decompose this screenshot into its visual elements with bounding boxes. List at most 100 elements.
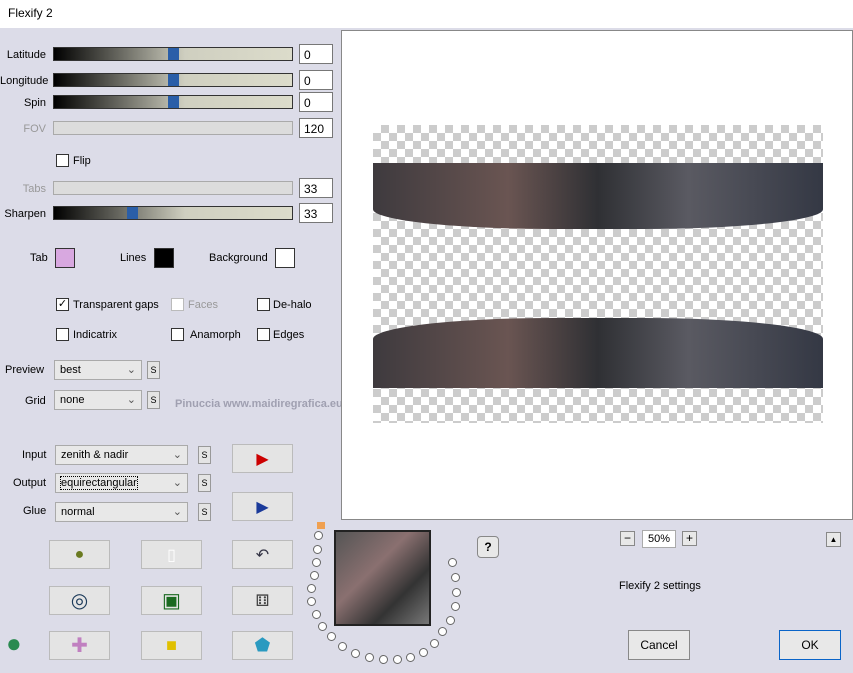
pentagon-icon: ⬟ <box>254 635 271 655</box>
preset-slot[interactable] <box>448 558 457 567</box>
chevron-down-icon: ⌄ <box>126 394 136 406</box>
slider-label: FOV <box>23 123 46 135</box>
input-dropdown[interactable]: zenith & nadir ⌄ <box>55 445 188 465</box>
zoom-out-button[interactable]: − <box>620 531 635 546</box>
flaming-pear-logo: ● <box>6 628 22 658</box>
slider-value-field[interactable]: 120 <box>299 118 333 138</box>
slider-value-field[interactable]: 0 <box>299 44 333 64</box>
brick-button[interactable]: ■ <box>141 631 202 660</box>
slider-value-field[interactable]: 0 <box>299 92 333 112</box>
preview-band-bottom <box>373 318 823 388</box>
grid-s-button[interactable]: S <box>147 391 160 409</box>
preset-slot[interactable] <box>351 649 360 658</box>
anamorph-label: Anamorph <box>190 329 241 341</box>
preset-slot[interactable] <box>307 584 316 593</box>
transparent-gaps-checkbox[interactable]: ✓ <box>56 298 69 311</box>
preset-slot[interactable] <box>451 602 460 611</box>
tab-color-label: Tab <box>30 252 48 264</box>
preset-slot[interactable] <box>379 655 388 664</box>
preset-slot[interactable] <box>438 627 447 636</box>
watermark: Pinuccia www.maidiregrafica.eu <box>175 398 343 410</box>
output-s-button[interactable]: S <box>198 474 211 492</box>
preset-slot[interactable] <box>393 655 402 664</box>
de-halo-checkbox[interactable] <box>257 298 270 311</box>
flip-checkbox[interactable] <box>56 154 69 167</box>
load-preset-button[interactable]: ▶ <box>232 444 293 473</box>
preset-slot[interactable] <box>318 622 327 631</box>
cancel-button[interactable]: Cancel <box>628 630 690 660</box>
preset-slot[interactable] <box>406 653 415 662</box>
preset-slot[interactable] <box>365 653 374 662</box>
tab-color-swatch[interactable] <box>55 248 75 268</box>
preview-label: Preview <box>5 364 45 376</box>
undo-button[interactable]: ↶ <box>232 540 293 569</box>
lines-color-label: Lines <box>120 252 147 264</box>
slider-value-field[interactable]: 33 <box>299 178 333 198</box>
preset-slot[interactable] <box>307 597 316 606</box>
faces-label: Faces <box>188 299 218 311</box>
save-preset-button[interactable]: ▶ <box>232 492 293 521</box>
torus-icon: ◎ <box>70 590 89 612</box>
slider-track[interactable] <box>53 47 293 61</box>
torus-button[interactable]: ◎ <box>49 586 110 615</box>
preset-slot[interactable] <box>313 545 322 554</box>
edges-label: Edges <box>273 329 305 341</box>
play-red-icon: ▶ <box>256 450 269 468</box>
frame-button[interactable]: ▣ <box>141 586 202 615</box>
flip-label: Flip <box>73 155 91 167</box>
preset-slot[interactable] <box>446 616 455 625</box>
anamorph-checkbox[interactable] <box>171 328 184 341</box>
thumbnail-preview[interactable] <box>334 530 431 626</box>
preset-marker <box>317 522 325 529</box>
slider-track[interactable] <box>53 73 293 87</box>
help-button[interactable]: ? <box>477 536 499 558</box>
indicatrix-checkbox[interactable] <box>56 328 69 341</box>
grid-value: none <box>60 394 85 406</box>
slider-track[interactable] <box>53 206 293 220</box>
glue-label: Glue <box>23 505 47 517</box>
dice-icon: ⚅ <box>255 592 270 610</box>
preview-s-button[interactable]: S <box>147 361 160 379</box>
cross-button[interactable]: ✚ <box>49 631 110 660</box>
preview-dropdown[interactable]: best ⌄ <box>54 360 142 380</box>
undo-icon: ↶ <box>255 546 270 564</box>
preset-slot[interactable] <box>312 610 321 619</box>
glue-s-button[interactable]: S <box>198 503 211 521</box>
background-color-swatch[interactable] <box>275 248 295 268</box>
slider-track[interactable] <box>53 95 293 109</box>
slider-thumb[interactable] <box>168 74 179 86</box>
settings-name: Flexify 2 settings <box>619 580 701 592</box>
input-s-button[interactable]: S <box>198 446 211 464</box>
zoom-value: 50% <box>642 530 676 548</box>
preset-slot[interactable] <box>451 573 460 582</box>
preset-slot[interactable] <box>310 571 319 580</box>
slider-value-field[interactable]: 33 <box>299 203 333 223</box>
preset-slot[interactable] <box>312 558 321 567</box>
ok-button[interactable]: OK <box>779 630 841 660</box>
slider-label: Latitude <box>6 49 46 61</box>
input-label: Input <box>22 449 47 461</box>
grid-dropdown[interactable]: none ⌄ <box>54 390 142 410</box>
preset-slot[interactable] <box>430 639 439 648</box>
slider-thumb[interactable] <box>168 48 179 60</box>
lines-color-swatch[interactable] <box>154 248 174 268</box>
dice-button[interactable]: ⚅ <box>232 586 293 615</box>
preset-slot[interactable] <box>419 648 428 657</box>
edges-checkbox[interactable] <box>257 328 270 341</box>
slider-thumb[interactable] <box>127 207 139 219</box>
preset-slot[interactable] <box>452 588 461 597</box>
preset-slot[interactable] <box>327 632 336 641</box>
preset-slot[interactable] <box>338 642 347 651</box>
randomize-button[interactable]: ● <box>49 540 110 569</box>
copy-button[interactable]: ▯ <box>141 540 202 569</box>
preview-band-top <box>373 163 823 229</box>
output-dropdown[interactable]: equirectangular ⌄ <box>55 473 188 493</box>
slider-label: Spin <box>23 97 46 109</box>
slider-value-field[interactable]: 0 <box>299 70 333 90</box>
zoom-in-button[interactable]: + <box>682 531 697 546</box>
pentagon-button[interactable]: ⬟ <box>232 631 293 660</box>
slider-thumb[interactable] <box>168 96 179 108</box>
collapse-button[interactable]: ▲ <box>826 532 841 547</box>
preset-slot[interactable] <box>314 531 323 540</box>
glue-dropdown[interactable]: normal ⌄ <box>55 502 188 522</box>
